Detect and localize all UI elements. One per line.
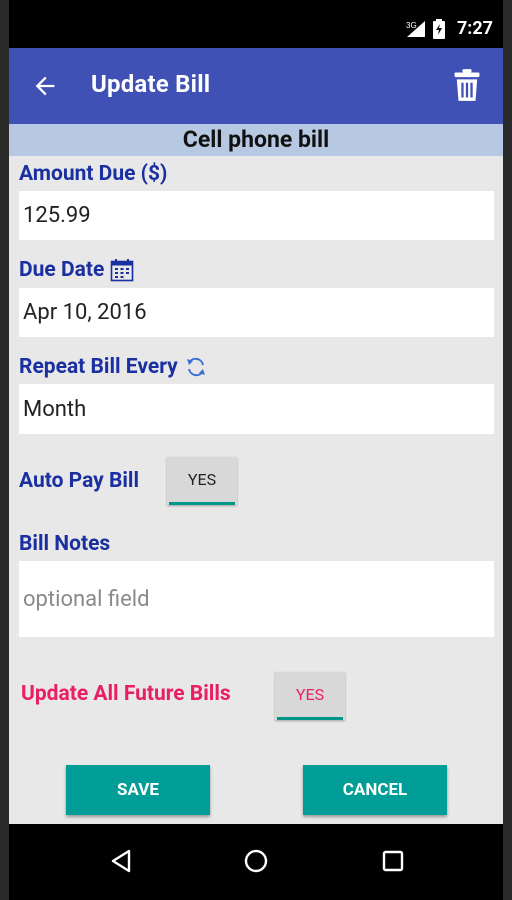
update-future-toggle-text: YES (295, 685, 325, 704)
due-date-label: Due Date (19, 258, 134, 282)
notes-label-text: Bill Notes (19, 532, 111, 556)
update-future-toggle[interactable]: YES (275, 672, 345, 720)
status-icons: 3G 7:27 (405, 18, 493, 39)
auto-pay-toggle-indicator (169, 502, 235, 505)
notes-placeholder: optional field (23, 586, 150, 612)
notes-label: Bill Notes (19, 532, 110, 556)
nav-recents-icon[interactable] (378, 846, 408, 876)
auto-pay-toggle-text: YES (187, 470, 217, 489)
signal-icon: 3G (406, 20, 425, 37)
repeat-label-text: Repeat Bill Every (19, 355, 178, 379)
repeat-value: Month (23, 396, 87, 422)
amount-due-input[interactable]: 125.99 (19, 191, 494, 240)
auto-pay-label-text: Auto Pay Bill (19, 469, 140, 493)
repeat-label: Repeat Bill Every (19, 355, 208, 379)
due-date-input[interactable]: Apr 10, 2016 (19, 288, 494, 337)
page-title: Update Bill (91, 70, 211, 98)
amount-due-label: Amount Due ($) (19, 162, 167, 186)
auto-pay-toggle[interactable]: YES (167, 457, 237, 505)
navigation-bar (9, 824, 503, 900)
bill-name-header: Cell phone bill (9, 124, 503, 156)
auto-pay-label: Auto Pay Bill (19, 469, 139, 493)
status-time: 7:27 (456, 18, 493, 39)
due-date-value: Apr 10, 2016 (23, 300, 147, 325)
cancel-button[interactable]: CANCEL (303, 765, 447, 815)
form-content: Cell phone bill Amount Due ($) 125.99 Du… (9, 124, 503, 824)
repeat-input[interactable]: Month (19, 384, 494, 434)
nav-home-icon[interactable] (241, 846, 271, 876)
refresh-icon[interactable] (184, 355, 208, 379)
battery-icon (432, 18, 445, 39)
svg-text:3G: 3G (406, 21, 417, 30)
due-date-label-text: Due Date (19, 258, 105, 282)
app-bar: Update Bill (9, 48, 503, 124)
save-button[interactable]: SAVE (66, 765, 210, 815)
phone-frame: 3G 7:27 Update Bill Cell phone bill Amou… (9, 0, 503, 900)
update-future-toggle-indicator (277, 717, 343, 720)
calendar-icon[interactable] (110, 258, 134, 282)
arrow-back-icon[interactable] (31, 72, 59, 100)
update-future-label: Update All Future Bills (21, 682, 231, 706)
amount-due-label-text: Amount Due ($) (19, 162, 168, 186)
trash-icon[interactable] (453, 68, 481, 102)
nav-back-icon[interactable] (107, 846, 137, 876)
amount-due-value: 125.99 (23, 203, 91, 228)
notes-input[interactable]: optional field (19, 561, 494, 637)
status-bar: 3G 7:27 (9, 14, 503, 48)
